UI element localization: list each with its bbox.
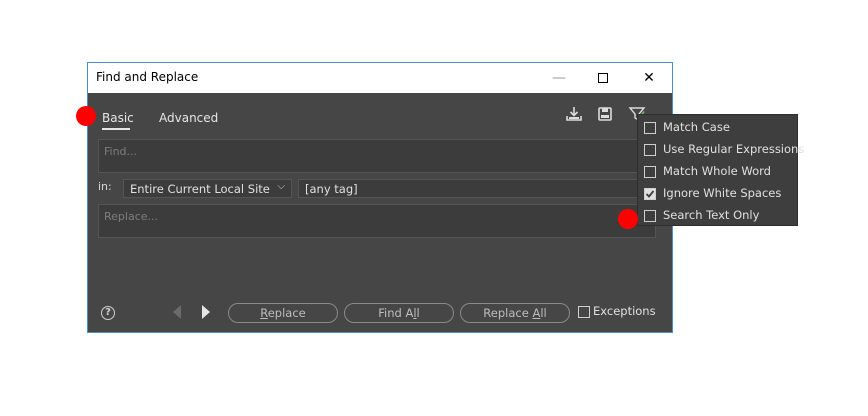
regex-label: Use Regular Expressions [663,142,805,156]
whole-word-label: Match Whole Word [663,164,771,178]
match-case-label: Match Case [663,120,730,134]
help-icon[interactable]: ? [101,306,115,320]
active-tab-underline [102,128,130,130]
replace-all-label-post: ll [540,306,547,320]
find-all-button[interactable]: Find All [344,303,454,323]
title-bar[interactable]: Find and Replace — ✕ [88,63,672,93]
red-marker-dot [618,209,638,229]
tab-advanced[interactable]: Advanced [159,111,218,125]
maximize-button[interactable] [588,67,618,89]
tab-basic-label: Basic [102,111,134,125]
search-options-menu: Match Case Use Regular Expressions Match… [637,114,804,226]
regex-checkbox[interactable] [644,144,656,156]
ignore-white-spaces-label: Ignore White Spaces [663,186,782,200]
tab-advanced-label: Advanced [159,111,219,125]
ignore-white-spaces-checkbox[interactable] [644,188,656,200]
replace-button-label-post: eplace [267,306,306,320]
scope-label: in: [98,180,112,193]
red-marker-dot [76,106,96,126]
replace-all-label-pre: Replace [483,306,533,320]
window-title: Find and Replace [96,70,199,84]
tag-input[interactable]: [any tag] [298,179,638,198]
exceptions-label: Exceptions [593,304,656,318]
close-button[interactable]: ✕ [634,67,664,89]
find-all-label-post: l [416,306,420,320]
find-placeholder: Find... [104,145,138,158]
tag-input-value: [any tag] [305,182,358,196]
search-text-only-checkbox[interactable] [644,210,656,222]
replace-placeholder: Replace... [104,210,159,223]
whole-word-checkbox[interactable] [644,166,656,178]
tab-basic[interactable]: Basic [102,111,134,130]
download-icon[interactable] [565,105,583,123]
previous-icon[interactable] [170,303,184,321]
save-icon[interactable] [596,105,614,123]
checkmark-icon [645,190,655,198]
find-all-label-pre: Find A [378,306,414,320]
minimize-icon: — [552,70,566,86]
scope-select[interactable]: Entire Current Local Site ⌵ [123,179,292,198]
replace-all-button[interactable]: Replace All [460,303,570,323]
replace-button[interactable]: Replace [228,303,338,323]
minimize-button[interactable]: — [544,67,574,89]
maximize-icon [598,73,608,83]
find-replace-window: Find and Replace — ✕ Basic Advanced Find… [87,62,673,333]
chevron-down-icon: ⌵ [277,181,285,192]
search-text-only-label: Search Text Only [663,208,760,222]
replace-button-accel: R [260,306,268,320]
next-icon[interactable] [199,303,213,321]
find-input[interactable]: Find... [98,139,656,173]
exceptions-checkbox[interactable] [578,306,590,318]
close-icon: ✕ [643,70,655,86]
scope-select-value: Entire Current Local Site [130,182,270,196]
match-case-checkbox[interactable] [644,122,656,134]
replace-input[interactable]: Replace... [98,204,656,238]
